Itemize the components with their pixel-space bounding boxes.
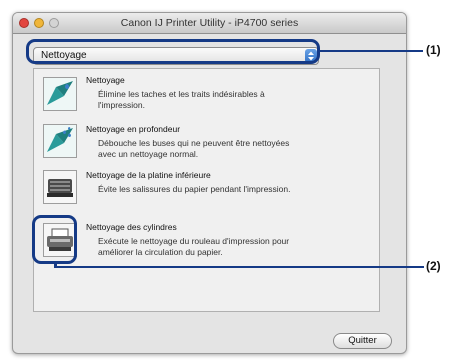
roller-cleaning-title: Nettoyage des cylindres xyxy=(86,222,177,232)
bottom-plate-cleaning-icon[interactable] xyxy=(43,170,77,204)
window-title: Canon IJ Printer Utility - iP4700 series xyxy=(120,17,299,29)
roller-cleaning-description-line-2: améliorer la circulation du papier. xyxy=(98,247,223,257)
roller-icon-highlight-box xyxy=(32,215,77,264)
bottom-plate-cleaning-title: Nettoyage de la platine inférieure xyxy=(86,170,211,180)
deep-cleaning-icon[interactable] xyxy=(43,124,77,158)
maintenance-panel: Nettoyage Élimine les taches et les trai… xyxy=(33,68,380,312)
callout-label-1: (1) xyxy=(426,43,441,57)
deep-cleaning-description-line-1: Débouche les buses qui ne peuvent être n… xyxy=(98,138,290,148)
callout-line-2 xyxy=(54,266,424,268)
cleaning-icon[interactable] xyxy=(43,77,77,111)
cleaning-description-line-2: l'impression. xyxy=(98,100,145,110)
cleaning-description-line-1: Élimine les taches et les traits indésir… xyxy=(98,89,265,99)
bottom-plate-cleaning-description: Évite les salissures du papier pendant l… xyxy=(98,184,291,194)
deep-cleaning-title: Nettoyage en profondeur xyxy=(86,124,181,134)
cleaning-title: Nettoyage xyxy=(86,75,125,85)
title-bar: Canon IJ Printer Utility - iP4700 series xyxy=(13,13,406,34)
deep-cleaning-description-line-2: avec un nettoyage normal. xyxy=(98,149,199,159)
dropdown-highlight-box xyxy=(26,39,320,64)
quit-button[interactable]: Quitter xyxy=(333,333,392,349)
callout-line-1 xyxy=(320,50,423,52)
callout-label-2: (2) xyxy=(426,259,441,273)
roller-cleaning-description-line-1: Exécute le nettoyage du rouleau d'impres… xyxy=(98,236,290,246)
